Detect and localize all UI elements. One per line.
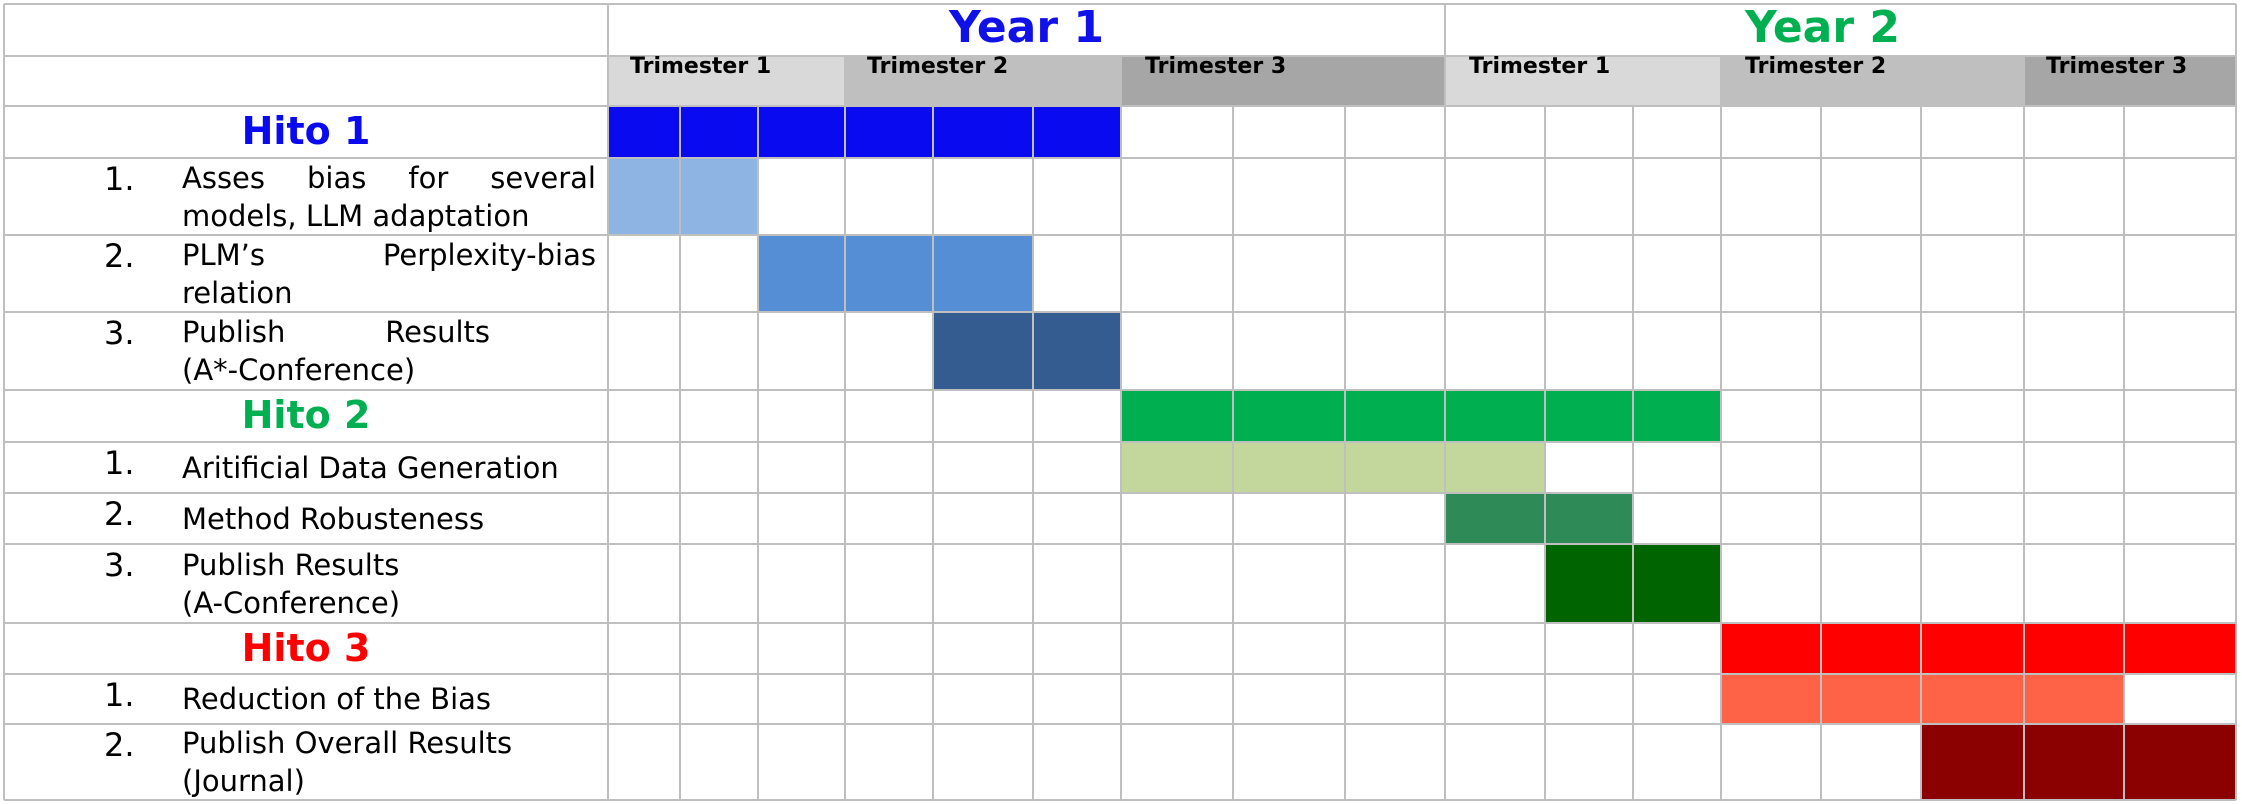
trimester-label: Trimester 1 [1469, 54, 1611, 79]
task-label-word: for [408, 160, 449, 195]
task-number: 3. [104, 546, 135, 584]
task-label: Reduction of the Bias [182, 680, 491, 718]
task-label-line: Publish Results [182, 546, 400, 584]
task-label: Asses bias for several models, LLM adaptatio… [182, 159, 596, 235]
year-title: Year 2 [1745, 2, 1900, 53]
task-label-word: PLM’s [182, 237, 265, 272]
task-label-word: Publish [182, 315, 286, 349]
trimester-label: Trimester 3 [1145, 54, 1287, 79]
task-label-line: Publish Overall Results [182, 724, 512, 762]
task-label-line: Asses bias for several [182, 159, 596, 197]
task-number: 2. [104, 726, 135, 764]
gantt-chart: Year 1 Year 2 Trimester 1 Trimester 2 Trimes… [0, 0, 2242, 804]
trimester-label: Trimester 1 [630, 54, 772, 79]
task-label-word: relation [182, 275, 293, 310]
task-label-word: (Journal) [182, 764, 305, 798]
task-label: Method Robusteness [182, 500, 484, 538]
task-label-word: Method Robusteness [182, 501, 485, 536]
task-label-line: models, LLM adaptation [182, 197, 596, 235]
task-label-word: Reduction of the Bias [182, 682, 492, 716]
task-label-line: (A*-Conference) [182, 351, 490, 389]
task-number: 3. [104, 314, 135, 352]
task-label-word: (A*-Conference) [182, 353, 416, 387]
task-label-line: Aritificial Data Generation [182, 449, 559, 487]
task-number: 2. [104, 237, 135, 275]
task-label: Aritificial Data Generation [182, 449, 559, 487]
task-label-line: (A-Conference) [182, 584, 400, 622]
task-label: Publish Results (A*-Conference) [182, 313, 490, 389]
trimester-label: Trimester 3 [2046, 54, 2188, 79]
task-label-word: Results [385, 315, 490, 349]
task-label: Publish Overall Results (Journal) [182, 724, 512, 800]
task-label-word: Asses [182, 160, 266, 195]
task-label-line: PLM’s Perplexity-bias [182, 236, 596, 274]
trimester-label: Trimester 2 [867, 54, 1009, 79]
task-number: 1. [104, 444, 135, 482]
trimester-label: Trimester 2 [1745, 54, 1887, 79]
task-label-word: Publish Results [182, 547, 400, 582]
task-label-line: Method Robusteness [182, 500, 484, 538]
task-label-word: (A-Conference) [182, 585, 401, 620]
milestone-title: Hito 2 [241, 393, 371, 437]
task-label-word: bias [307, 160, 367, 195]
task-label-line: (Journal) [182, 762, 512, 800]
task-number: 1. [104, 676, 135, 714]
task-label-word: several [490, 160, 596, 195]
task-number: 1. [104, 160, 135, 198]
task-label-word: Perplexity-bias [382, 237, 596, 272]
task-label-word: models, LLM adaptation [182, 198, 530, 233]
task-number: 2. [104, 495, 135, 533]
task-label-word: Aritificial Data Generation [182, 450, 559, 485]
milestone-title: Hito 1 [241, 109, 371, 153]
year-title: Year 1 [949, 2, 1104, 53]
task-label-line: Publish Results [182, 313, 490, 351]
task-label-line: relation [182, 274, 596, 312]
task-label: PLM’s Perplexity-bias relation [182, 236, 596, 312]
milestone-title: Hito 3 [241, 625, 371, 670]
task-label-word: Publish Overall Results [182, 726, 513, 760]
task-label-line: Reduction of the Bias [182, 680, 491, 718]
task-label: Publish Results (A-Conference) [182, 546, 400, 622]
